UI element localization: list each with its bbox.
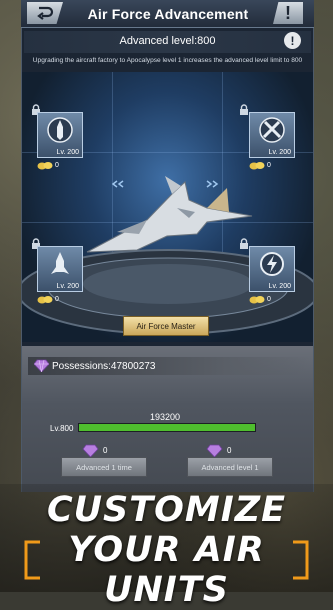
slot-cost: 0: [37, 161, 59, 170]
slot-level: Lv. 200: [56, 283, 79, 290]
rotate-left-icon: [111, 180, 124, 188]
air-force-master-button[interactable]: Air Force Master: [123, 316, 209, 336]
possessions-text: Possessions:47800273: [52, 361, 156, 372]
slot-cost: 0: [249, 161, 271, 170]
missile-emblem-icon: [47, 117, 73, 143]
banner-headline-1: CUSTOMIZE: [46, 490, 287, 530]
purple-crystal-icon: [34, 359, 49, 372]
lock-icon: [240, 238, 248, 249]
upgrade-slot-1[interactable]: Lv. 200: [37, 112, 83, 158]
gold-coins-icon: [249, 162, 265, 170]
slot-cost: 0: [37, 295, 59, 304]
banner-headline-2: YOUR AIR UNITS: [68, 530, 265, 610]
purple-crystal-icon: [206, 444, 223, 457]
fighter-jet: [86, 176, 253, 253]
progress-value: 193200: [149, 412, 181, 422]
gold-coins-icon: [37, 296, 53, 304]
crossed-missiles-emblem-icon: [259, 117, 285, 143]
advance-once-cost: 0: [82, 444, 107, 457]
advanced-level-text: Advanced level:800: [119, 35, 216, 47]
upgrade-slot-4[interactable]: Lv. 200: [249, 246, 295, 292]
progress-level-label: Lv.800: [50, 424, 74, 433]
upgrade-slot-3[interactable]: Lv. 200: [37, 246, 83, 292]
slot-cost: 0: [249, 295, 271, 304]
lock-icon: [240, 104, 248, 115]
rocket-emblem-icon: [51, 252, 69, 274]
back-arrow-icon: [37, 6, 54, 20]
upgrade-description: Upgrading the aircraft factory to Apocal…: [32, 57, 303, 64]
upgrade-slot-2[interactable]: Lv. 200: [249, 112, 295, 158]
slot-level: Lv. 200: [268, 149, 291, 156]
advance-level-cost: 0: [206, 444, 231, 457]
progress-bar-fill: [79, 424, 255, 431]
advance-once-button[interactable]: Advanced 1 time: [61, 457, 147, 477]
advance-level-button[interactable]: Advanced level 1: [187, 457, 273, 477]
lightning-emblem-icon: [260, 252, 284, 276]
page-title: Air Force Advancement: [87, 6, 249, 22]
rotate-right-icon: [206, 180, 219, 188]
slot-level: Lv. 200: [268, 283, 291, 290]
slot-level: Lv. 200: [56, 149, 79, 156]
gold-coins-icon: [249, 296, 265, 304]
purple-crystal-icon: [82, 444, 99, 457]
progress-bar: [78, 423, 256, 432]
gold-coins-icon: [37, 162, 53, 170]
level-info-button[interactable]: !: [284, 32, 301, 49]
